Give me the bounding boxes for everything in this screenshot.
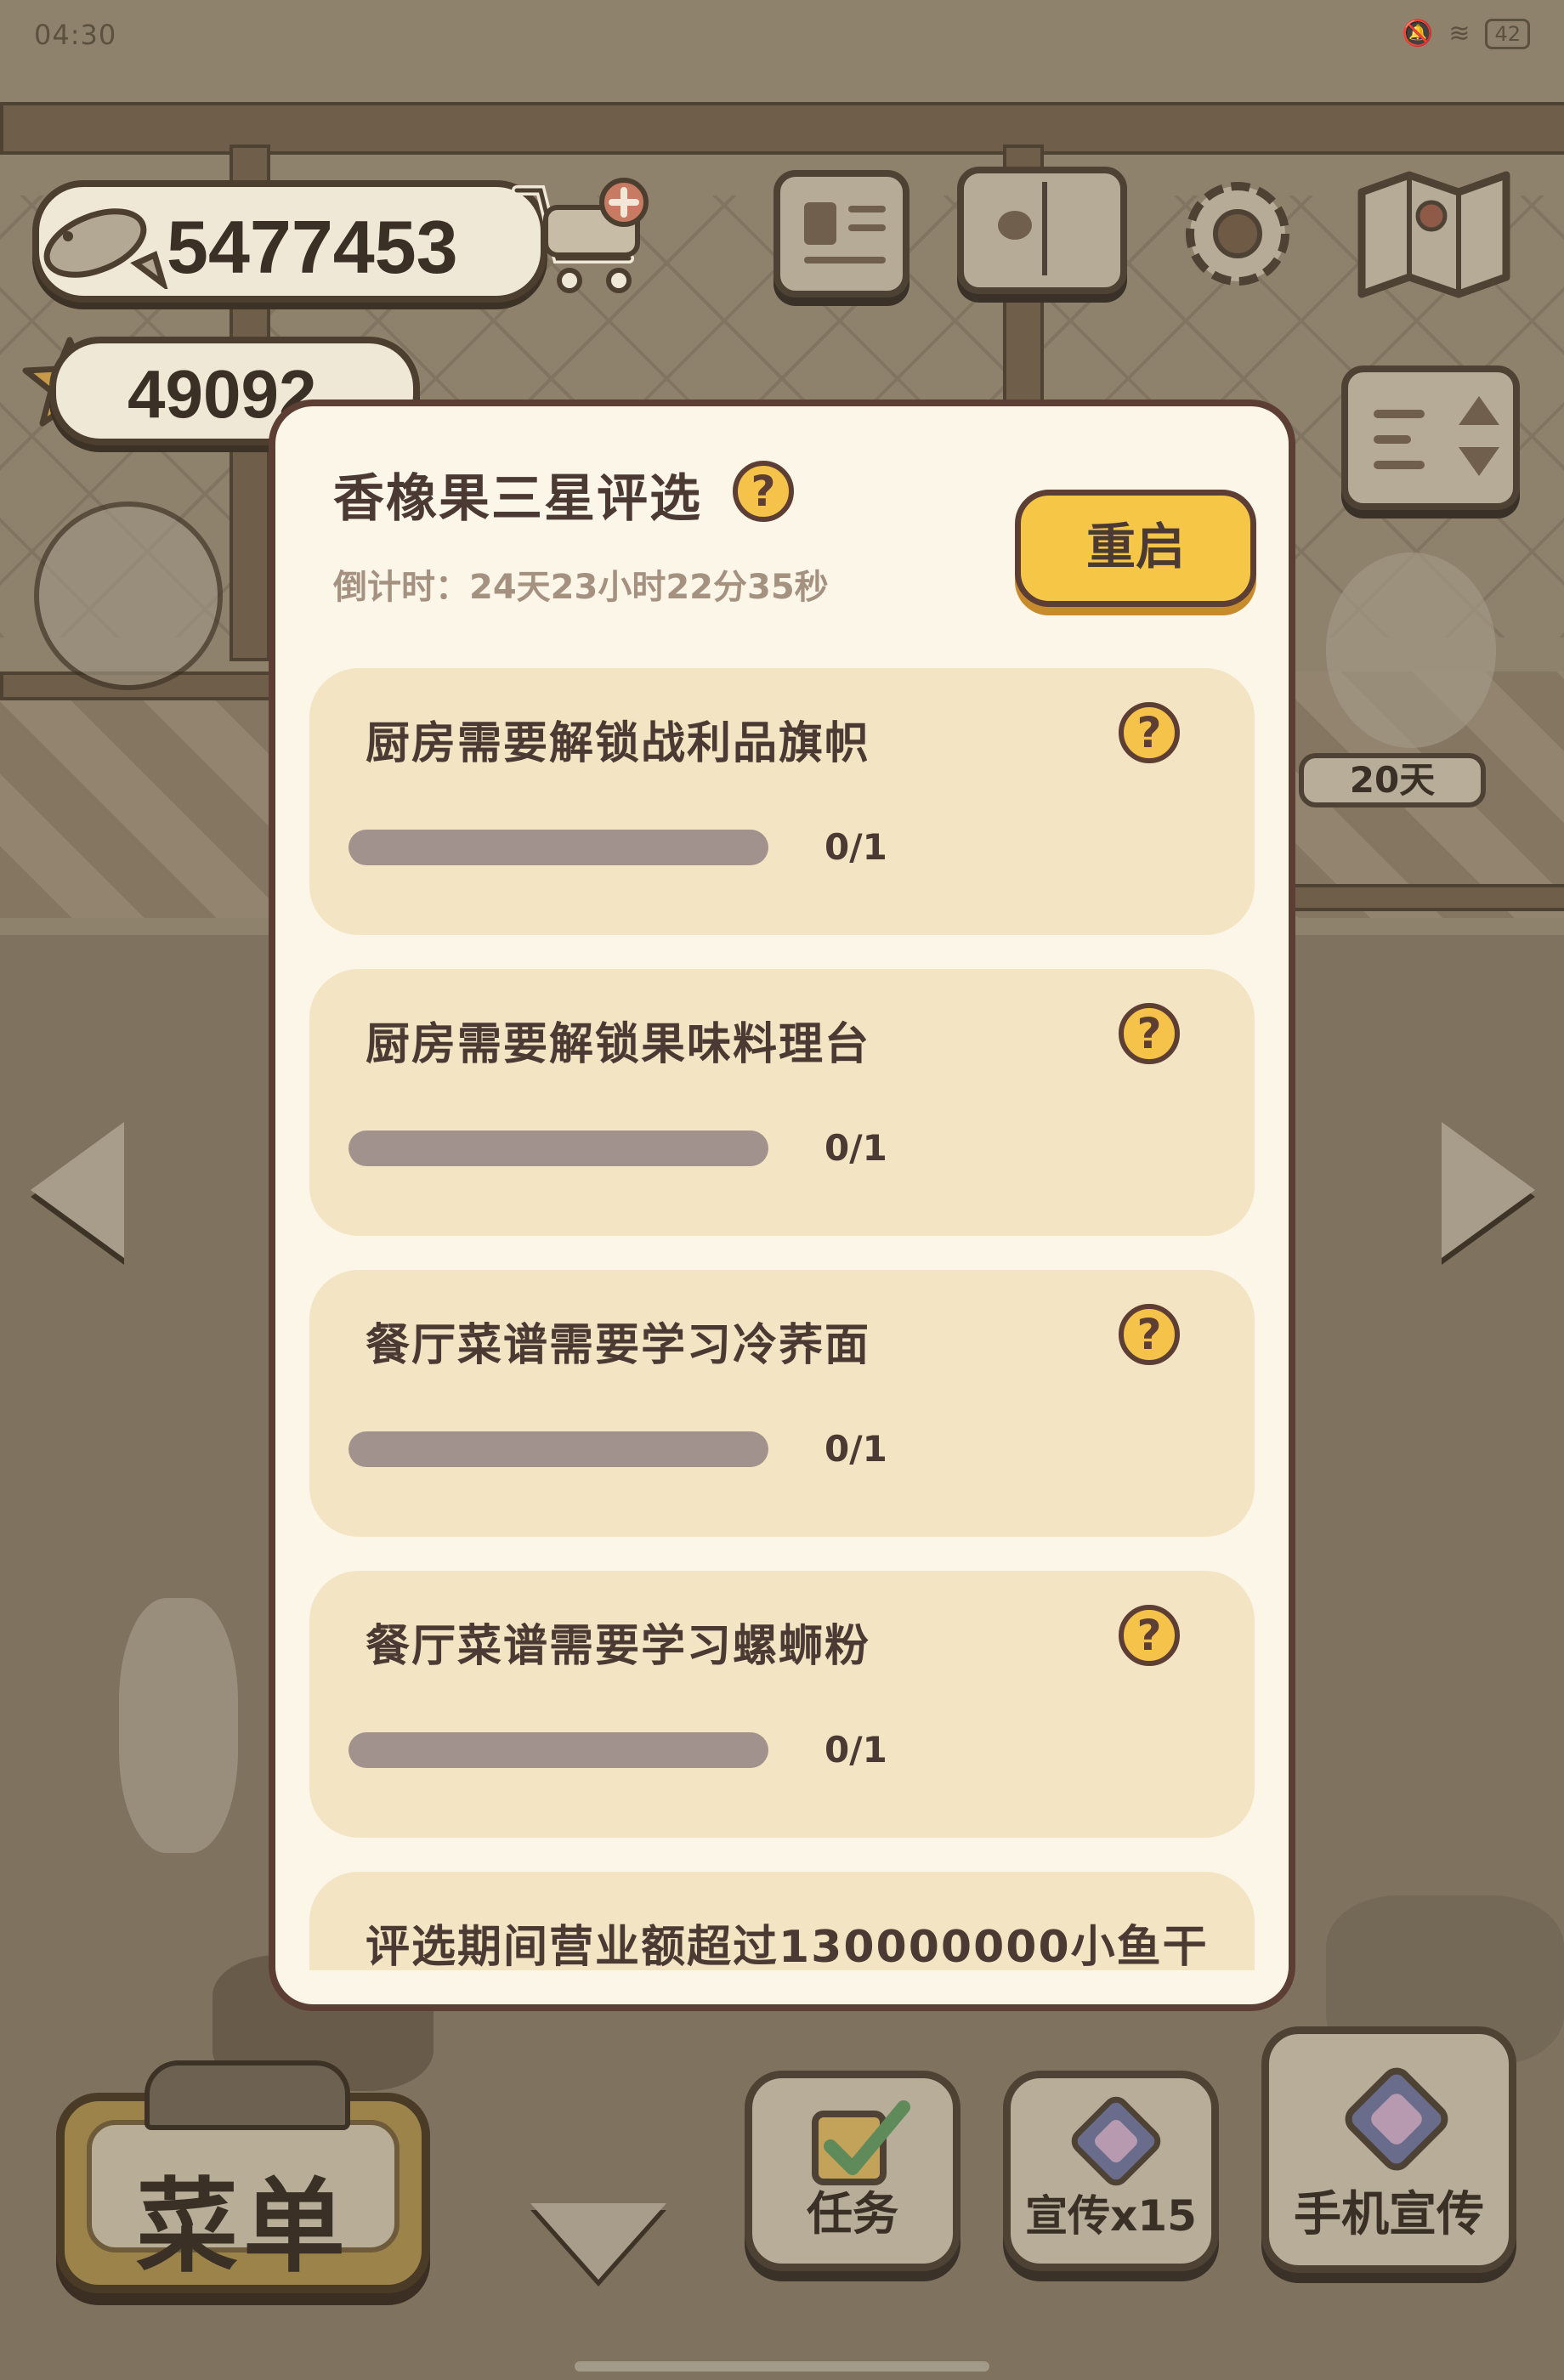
- wall-rail: [1292, 884, 1564, 911]
- task-button[interactable]: 任务: [745, 2071, 960, 2271]
- promo-button[interactable]: 宣传x15: [1003, 2071, 1219, 2271]
- status-icons: 🔕 ≋ 42: [1402, 19, 1530, 49]
- restart-button[interactable]: 重启: [1015, 490, 1256, 607]
- task-label: 评选期间营业额超过130000000小鱼干: [366, 1922, 1209, 1970]
- help-icon[interactable]: ?: [1119, 1003, 1180, 1064]
- settings-button[interactable]: [1170, 170, 1306, 298]
- badger-character: [119, 1598, 238, 1853]
- task-item: 餐厅菜谱需要学习螺蛳粉 ? 0/1: [309, 1571, 1255, 1838]
- help-icon[interactable]: ?: [1119, 1605, 1180, 1666]
- game-screen: 04:30 🔕 ≋ 42 5477453 49092 20天 菜单 任务 宣传x…: [0, 0, 1564, 2380]
- help-icon[interactable]: ?: [733, 461, 794, 522]
- help-icon[interactable]: ?: [1119, 1304, 1180, 1365]
- rating-event-modal: 香橡果三星评选 ? 倒计时：24天23小时22分35秒 重启 厨房需要解锁战利品…: [269, 400, 1295, 2011]
- next-arrow-button[interactable]: [1442, 1122, 1535, 1258]
- sort-toggle-icon: [1341, 366, 1520, 510]
- phone-promo-button-label: 手机宣传: [1294, 2187, 1484, 2242]
- sort-toggle-button[interactable]: [1341, 366, 1520, 510]
- countdown-text: 倒计时：24天23小时22分35秒: [333, 568, 829, 607]
- status-time: 04:30: [34, 19, 117, 51]
- phone-promo-icon: [1345, 2067, 1448, 2171]
- menu-button-label: 菜单: [136, 2168, 350, 2286]
- task-progress-text: 0/1: [824, 826, 887, 868]
- paw-book-icon: [957, 167, 1127, 294]
- task-progress-bar: [348, 1732, 768, 1768]
- status-bar: 04:30 🔕 ≋ 42: [0, 0, 1564, 76]
- collapse-arrow-button[interactable]: [530, 2203, 666, 2280]
- profile-card-icon: [774, 170, 910, 298]
- task-item: 餐厅菜谱需要学习冷荞面 ? 0/1: [309, 1270, 1255, 1537]
- task-progress-text: 0/1: [824, 1729, 887, 1771]
- map-button[interactable]: [1353, 167, 1515, 298]
- wifi-icon: ≋: [1448, 19, 1470, 48]
- promo-button-label: 宣传x15: [1025, 2191, 1197, 2241]
- task-progress-bar: [348, 830, 768, 865]
- fish-count: 5477453: [167, 205, 458, 289]
- task-item: 厨房需要解锁战利品旗帜 ? 0/1: [309, 668, 1255, 935]
- cat-waiter-character: [34, 502, 223, 690]
- task-progress-text: 0/1: [824, 1127, 887, 1169]
- task-list[interactable]: 厨房需要解锁战利品旗帜 ? 0/1 厨房需要解锁果味料理台 ? 0/1 餐厅菜谱…: [309, 668, 1255, 1970]
- task-item: 评选期间营业额超过130000000小鱼干: [309, 1872, 1255, 1970]
- phone-promo-button[interactable]: 手机宣传: [1261, 2026, 1516, 2273]
- fish-icon: [43, 208, 168, 289]
- paw-book-button[interactable]: [957, 167, 1127, 294]
- map-icon: [1357, 171, 1510, 298]
- previous-arrow-button[interactable]: [31, 1122, 124, 1258]
- profile-card-button[interactable]: [774, 170, 910, 298]
- task-progress-bar: [348, 1431, 768, 1467]
- task-button-label: 任务: [807, 2187, 898, 2241]
- task-item: 厨房需要解锁果味料理台 ? 0/1: [309, 969, 1255, 1236]
- clipboard-clip-icon: [144, 2060, 350, 2130]
- battery-icon: 42: [1485, 19, 1530, 49]
- home-indicator[interactable]: [575, 2361, 989, 2372]
- task-progress-bar: [348, 1130, 768, 1166]
- phone-promo-icon: [1071, 2096, 1161, 2186]
- task-label: 厨房需要解锁战利品旗帜: [366, 718, 871, 769]
- fish-currency-pill: 5477453: [32, 180, 547, 303]
- help-icon[interactable]: ?: [1119, 702, 1180, 763]
- task-label: 餐厅菜谱需要学习螺蛳粉: [366, 1621, 871, 1672]
- task-label: 厨房需要解锁果味料理台: [366, 1019, 871, 1070]
- task-label: 餐厅菜谱需要学习冷荞面: [366, 1320, 871, 1371]
- task-progress-text: 0/1: [824, 1428, 887, 1470]
- gear-icon: [1186, 182, 1289, 286]
- mute-icon: 🔕: [1401, 19, 1434, 48]
- days-badge: 20天: [1299, 753, 1486, 808]
- cart-plus-icon[interactable]: [510, 177, 654, 304]
- customer-character: [1326, 552, 1496, 748]
- modal-title: 香橡果三星评选: [333, 469, 702, 529]
